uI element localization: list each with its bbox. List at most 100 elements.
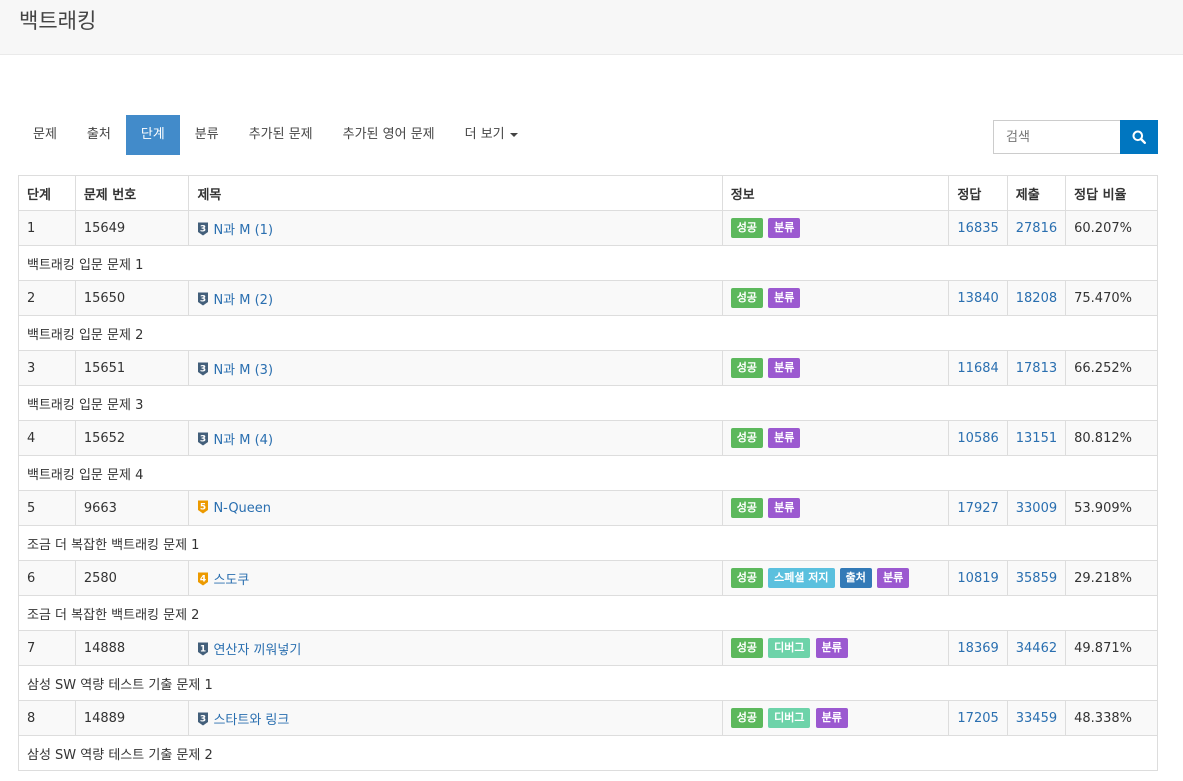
- problem-id-cell: 2580: [74, 560, 190, 596]
- info-label-badge[interactable]: 디버그: [768, 638, 811, 658]
- info-cell: 성공 분류: [721, 420, 950, 456]
- accepted-cell: 10586: [948, 420, 1008, 456]
- tab-source[interactable]: 출처: [72, 115, 126, 155]
- accepted-count-link[interactable]: 13840: [957, 291, 998, 306]
- tier-badge-icon: 3: [198, 292, 209, 305]
- info-label-badge[interactable]: 성공: [730, 428, 763, 448]
- info-label-badge[interactable]: 성공: [730, 708, 763, 728]
- table-row: 2 15650 3 N과 M (2) 성공 분류 13840 18208 75.470%: [18, 280, 1158, 316]
- accepted-count-link[interactable]: 18369: [957, 641, 998, 656]
- tier-badge-icon: 1: [198, 642, 209, 655]
- submission-count-link[interactable]: 18208: [1016, 291, 1057, 306]
- info-label-badge[interactable]: 성공: [730, 358, 763, 378]
- tab-label: 문제: [33, 127, 57, 142]
- step-description: 백트래킹 입문 문제 4: [18, 455, 1158, 491]
- step-description-row: 백트래킹 입문 문제 4: [18, 455, 1158, 491]
- accepted-count-link[interactable]: 17205: [957, 711, 998, 726]
- submissions-cell: 33459: [1006, 700, 1067, 736]
- accepted-count-link[interactable]: 10586: [957, 431, 998, 446]
- problem-title-link[interactable]: N-Queen: [213, 501, 271, 516]
- tab-more-dropdown[interactable]: 더 보기: [450, 115, 533, 155]
- submission-count-link[interactable]: 35859: [1016, 571, 1057, 586]
- step-description-row: 백트래킹 입문 문제 2: [18, 315, 1158, 351]
- info-cell: 성공 스페셜 저지 출처 분류: [721, 560, 950, 596]
- tier-badge-icon: 3: [198, 712, 209, 725]
- tab-label: 출처: [86, 127, 111, 142]
- problem-title-link[interactable]: N과 M (1): [213, 223, 273, 238]
- table-row: 6 2580 4 스도쿠 성공 스페셜 저지 출처 분류 10819 35859 29.218…: [18, 560, 1158, 596]
- search-input[interactable]: [993, 120, 1120, 154]
- tier-badge-icon: 3: [198, 222, 209, 235]
- submission-count-link[interactable]: 33459: [1016, 711, 1057, 726]
- accepted-cell: 17205: [948, 700, 1008, 736]
- ratio-cell: 66.252%: [1065, 350, 1158, 386]
- info-label-badge[interactable]: 분류: [768, 498, 801, 518]
- table-row: 8 14889 3 스타트와 링크 성공 디버그 분류 17205 33459 48.338%: [18, 700, 1158, 736]
- step-description: 백트래킹 입문 문제 2: [18, 315, 1158, 351]
- info-label-badge[interactable]: 스페셜 저지: [768, 568, 835, 588]
- accepted-cell: 13840: [948, 280, 1008, 316]
- problem-title-link[interactable]: N과 M (4): [213, 433, 273, 448]
- info-label-badge[interactable]: 성공: [730, 568, 763, 588]
- submission-count-link[interactable]: 34462: [1016, 641, 1057, 656]
- info-cell: 성공 디버그 분류: [721, 700, 950, 736]
- tier-level: 5: [200, 503, 206, 513]
- tab-step[interactable]: 단계: [125, 115, 180, 155]
- accepted-count-link[interactable]: 10819: [957, 571, 998, 586]
- tab-added-english-problems[interactable]: 추가된 영어 문제: [328, 115, 450, 155]
- info-label-badge[interactable]: 성공: [730, 498, 763, 518]
- info-label-badge[interactable]: 분류: [768, 358, 801, 378]
- info-label-badge[interactable]: 성공: [730, 288, 763, 308]
- info-label-badge[interactable]: 분류: [877, 568, 910, 588]
- info-label-badge[interactable]: 분류: [815, 708, 848, 728]
- problem-title-link[interactable]: N과 M (3): [213, 363, 273, 378]
- accepted-count-link[interactable]: 11684: [957, 361, 998, 376]
- accepted-count-link[interactable]: 16835: [957, 221, 998, 236]
- tab-problems[interactable]: 문제: [18, 115, 72, 155]
- tab-label: 추가된 문제: [248, 127, 313, 142]
- title-cell: 3 N과 M (4): [188, 420, 723, 456]
- info-label-badge[interactable]: 분류: [768, 428, 801, 448]
- step-description: 삼성 SW 역량 테스트 기출 문제 1: [18, 665, 1158, 701]
- step-cell: 1: [18, 210, 76, 246]
- submission-count-link[interactable]: 17813: [1016, 361, 1057, 376]
- submission-count-link[interactable]: 13151: [1016, 431, 1057, 446]
- tier-level: 3: [200, 294, 206, 304]
- title-cell: 4 스도쿠: [188, 560, 723, 596]
- step-cell: 7: [18, 630, 76, 666]
- ratio-cell: 60.207%: [1065, 210, 1158, 246]
- problem-title-link[interactable]: 스도쿠: [213, 573, 249, 588]
- info-label-badge[interactable]: 성공: [730, 638, 763, 658]
- nav-row: 문제 출처 단계 분류 추가된 문제 추가된 영어 문제 더 보기: [18, 115, 1158, 155]
- tier-level: 1: [200, 644, 206, 654]
- info-label-badge[interactable]: 디버그: [768, 708, 811, 728]
- search-form: [993, 120, 1158, 154]
- tier-badge-icon: 3: [198, 362, 209, 375]
- table-row: 1 15649 3 N과 M (1) 성공 분류 16835 27816 60.207%: [18, 210, 1158, 246]
- tab-added-problems[interactable]: 추가된 문제: [234, 115, 328, 155]
- info-label-badge[interactable]: 성공: [730, 218, 763, 238]
- title-cell: 3 N과 M (1): [188, 210, 723, 246]
- submissions-cell: 13151: [1006, 420, 1067, 456]
- table-row: 7 14888 1 연산자 끼워넣기 성공 디버그 분류 18369 34462 49.871…: [18, 630, 1158, 666]
- problem-title-link[interactable]: N과 M (2): [213, 293, 273, 308]
- problem-title-link[interactable]: 연산자 끼워넣기: [213, 643, 301, 658]
- accepted-count-link[interactable]: 17927: [957, 501, 998, 516]
- step-description: 백트래킹 입문 문제 1: [18, 245, 1158, 281]
- submissions-cell: 18208: [1006, 280, 1067, 316]
- info-label-badge[interactable]: 분류: [815, 638, 848, 658]
- tier-level: 4: [200, 574, 206, 584]
- submission-count-link[interactable]: 33009: [1016, 501, 1057, 516]
- tab-category[interactable]: 분류: [180, 115, 234, 155]
- problem-title-link[interactable]: 스타트와 링크: [213, 713, 289, 728]
- info-label-badge[interactable]: 출처: [839, 568, 872, 588]
- step-description-row: 삼성 SW 역량 테스트 기출 문제 1: [18, 665, 1158, 701]
- info-label-badge[interactable]: 분류: [768, 288, 801, 308]
- accepted-cell: 10819: [948, 560, 1008, 596]
- ratio-cell: 48.338%: [1065, 700, 1158, 736]
- search-button[interactable]: [1120, 120, 1158, 154]
- submissions-cell: 17813: [1006, 350, 1067, 386]
- submission-count-link[interactable]: 27816: [1016, 221, 1057, 236]
- tab-label: 단계: [140, 127, 165, 142]
- info-label-badge[interactable]: 분류: [768, 218, 801, 238]
